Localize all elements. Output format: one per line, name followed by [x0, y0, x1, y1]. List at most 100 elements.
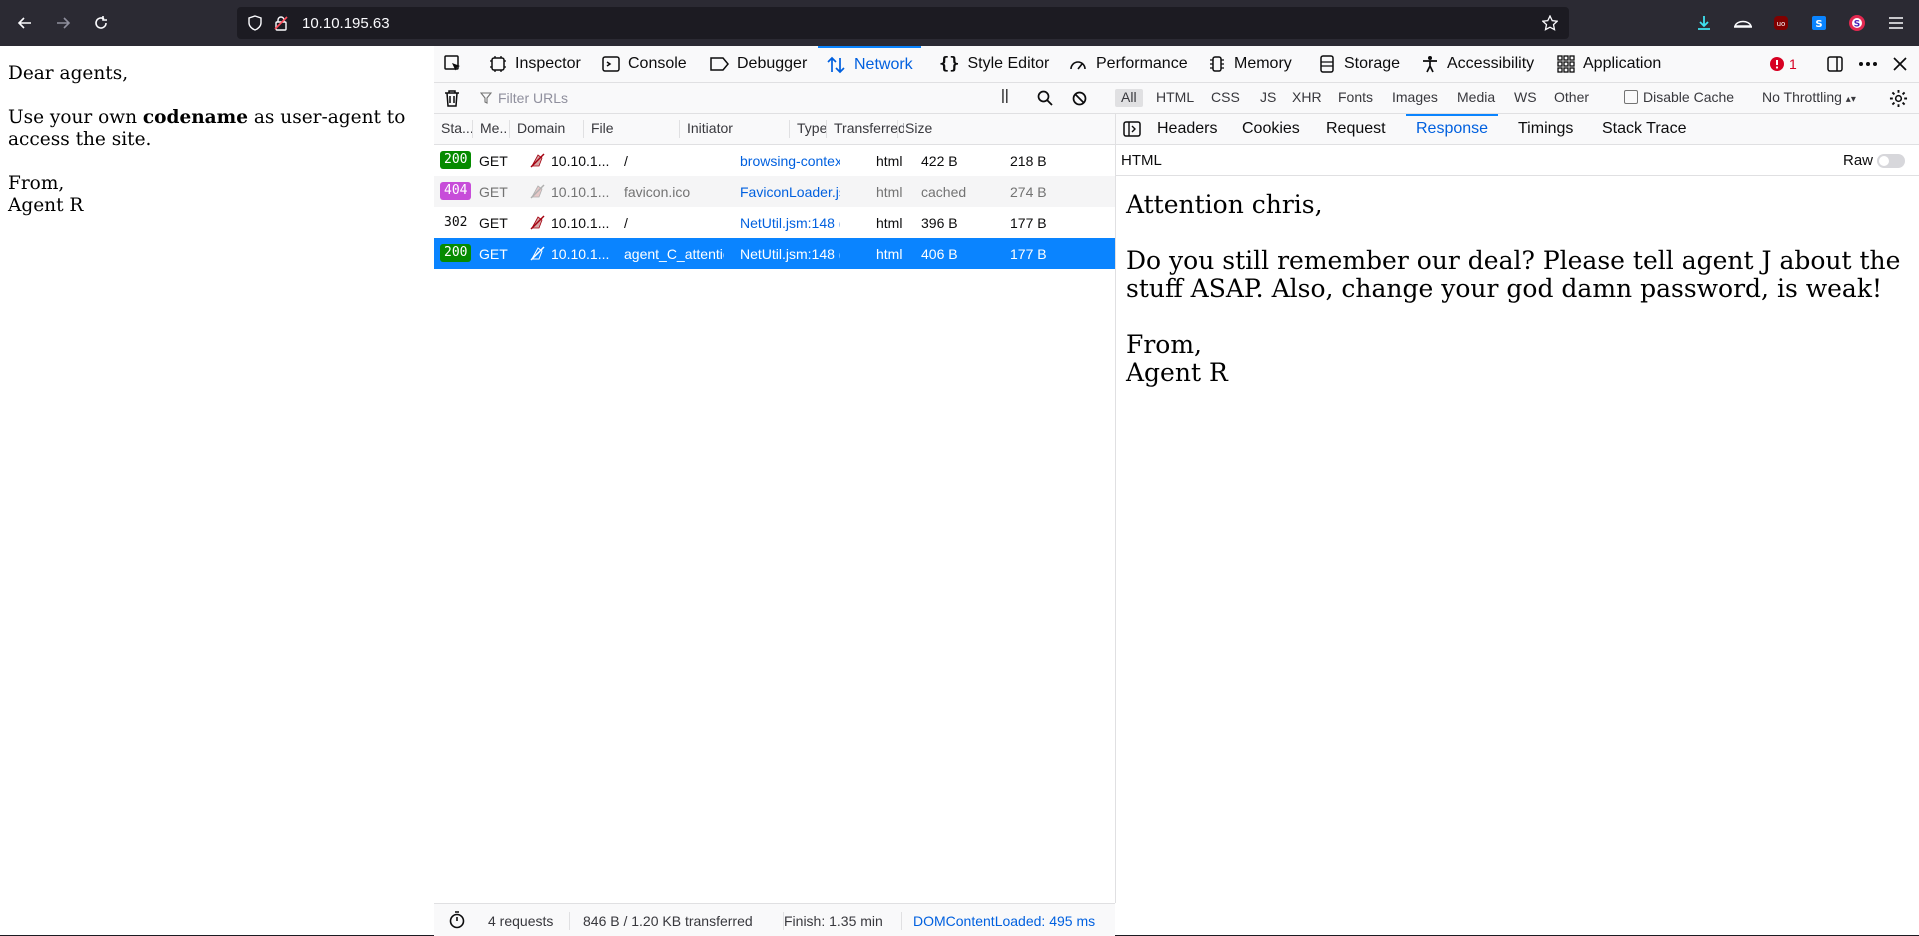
block-icon[interactable] — [1072, 91, 1087, 106]
filter-html[interactable]: HTML — [1156, 89, 1194, 107]
trash-icon[interactable] — [444, 89, 460, 107]
error-count: 1 — [1789, 56, 1797, 72]
gear-icon[interactable] — [1889, 89, 1908, 108]
tab-headers[interactable]: Headers — [1157, 114, 1217, 144]
url-bar[interactable]: 10.10.195.63 — [237, 7, 1569, 39]
search-icon[interactable] — [1037, 90, 1053, 106]
checkbox-box[interactable] — [1624, 90, 1638, 104]
network-summary-footer: 4 requests 846 B / 1.20 KB transferred F… — [434, 903, 1115, 936]
response-preview: Attention chris, Do you still remember o… — [1126, 191, 1906, 387]
col-transferred[interactable]: Transferred — [826, 120, 904, 138]
devtools-toolbar: Inspector Console Debugger Network {} St… — [434, 46, 1919, 83]
tab-debugger[interactable]: Debugger — [709, 46, 807, 82]
downloads-icon[interactable] — [1694, 13, 1714, 33]
size-cell: 218 B — [1010, 153, 1047, 169]
url-text[interactable]: 10.10.195.63 — [302, 15, 390, 32]
insecure-icon — [530, 153, 545, 168]
close-devtools-button[interactable] — [1893, 46, 1915, 82]
extension-hat-icon[interactable] — [1733, 13, 1753, 33]
tab-storage[interactable]: Storage — [1318, 46, 1400, 82]
shield-icon — [248, 15, 262, 31]
tab-inspector[interactable]: Inspector — [489, 46, 581, 82]
hamburger-menu-icon[interactable] — [1886, 13, 1906, 33]
filter-js[interactable]: JS — [1260, 89, 1276, 107]
col-file[interactable]: File — [583, 120, 679, 138]
table-row[interactable]: 302 GET 10.10.1... / NetUtil.jsm:148 (..… — [434, 207, 1115, 238]
ellipsis-icon — [1859, 62, 1877, 66]
initiator-cell[interactable]: NetUtil.jsm:148 (... — [740, 246, 840, 262]
tab-performance[interactable]: Performance — [1068, 46, 1188, 82]
tab-accessibility[interactable]: Accessibility — [1421, 46, 1534, 82]
transferred-cell: 422 B — [921, 153, 958, 169]
bookmark-star-icon[interactable] — [1542, 15, 1558, 31]
filter-fonts[interactable]: Fonts — [1338, 89, 1373, 107]
tab-style-editor[interactable]: {} Style Editor — [939, 46, 1049, 82]
tab-console[interactable]: Console — [602, 46, 687, 82]
filter-all[interactable]: All — [1115, 89, 1143, 107]
col-domain[interactable]: Domain — [509, 120, 583, 138]
footer-divider — [569, 912, 570, 930]
gauge-icon — [1070, 61, 1086, 70]
status-badge: 200 — [440, 151, 472, 169]
initiator-cell[interactable]: browsing-contex... — [740, 153, 840, 169]
extension-circle-s-icon[interactable]: S — [1847, 13, 1867, 33]
element-picker-button[interactable] — [443, 46, 471, 82]
tab-network[interactable]: Network — [818, 46, 921, 82]
tab-application[interactable]: Application — [1557, 46, 1661, 82]
tab-timings[interactable]: Timings — [1518, 114, 1573, 144]
col-method[interactable]: Me... — [472, 120, 508, 138]
initiator-cell[interactable]: NetUtil.jsm:148 (... — [740, 215, 840, 231]
network-arrows-icon — [827, 56, 845, 74]
raw-toggle[interactable] — [1877, 154, 1905, 168]
insecure-icon — [530, 215, 545, 230]
col-size[interactable]: Size — [897, 120, 995, 138]
initiator-cell[interactable]: FaviconLoader.js... — [740, 184, 840, 200]
disable-cache-checkbox[interactable]: Disable Cache — [1624, 89, 1734, 105]
close-icon — [1893, 57, 1907, 71]
forward-button[interactable] — [50, 10, 76, 36]
method-cell: GET — [479, 184, 508, 200]
method-cell: GET — [479, 246, 508, 262]
network-toolbar: Filter URLs || All HTML CSS JS XHR Fonts… — [434, 83, 1919, 114]
filter-ws[interactable]: WS — [1514, 89, 1537, 107]
toggle-sidebar-icon[interactable] — [1123, 121, 1141, 137]
filter-urls-input[interactable]: Filter URLs — [474, 87, 1022, 109]
col-type[interactable]: Type — [789, 120, 827, 138]
filter-xhr[interactable]: XHR — [1292, 89, 1322, 107]
response-signoff-from: From, — [1126, 330, 1203, 359]
throttling-select[interactable]: No Throttling ▴▾ — [1762, 89, 1856, 105]
insecure-lock-icon — [274, 16, 288, 31]
response-signoff-name: Agent R — [1126, 358, 1228, 387]
filter-media[interactable]: Media — [1457, 89, 1495, 107]
method-cell: GET — [479, 215, 508, 231]
table-row[interactable]: 200 GET 10.10.1... / browsing-contex... … — [434, 145, 1115, 176]
tab-label: Application — [1583, 55, 1662, 72]
tab-label: Network — [854, 56, 913, 73]
table-row-selected[interactable]: 200 GET 10.10.1... agent_C_attention Net… — [434, 238, 1115, 269]
extension-s-icon[interactable]: S — [1809, 13, 1829, 33]
filter-css[interactable]: CSS — [1211, 89, 1240, 107]
insecure-icon — [530, 246, 545, 261]
tab-request[interactable]: Request — [1326, 114, 1386, 144]
pause-icon[interactable]: || — [1001, 87, 1009, 104]
filter-images[interactable]: Images — [1392, 89, 1438, 107]
tab-cookies[interactable]: Cookies — [1242, 114, 1300, 144]
reload-button[interactable] — [88, 10, 114, 36]
page-body: Dear agents, Use your own codename as us… — [8, 63, 418, 217]
more-options-button[interactable] — [1858, 46, 1886, 82]
col-initiator[interactable]: Initiator — [679, 120, 788, 138]
ublock-icon[interactable]: uo — [1771, 13, 1791, 33]
filter-other[interactable]: Other — [1554, 89, 1589, 107]
tab-response[interactable]: Response — [1406, 114, 1499, 144]
dock-toggle-button[interactable] — [1826, 46, 1852, 82]
tab-memory[interactable]: Memory — [1208, 46, 1292, 82]
request-count: 4 requests — [488, 913, 554, 929]
back-button[interactable] — [12, 10, 38, 36]
table-row[interactable]: 404 GET 10.10.1... favicon.ico FaviconLo… — [434, 176, 1115, 207]
footer-divider — [901, 912, 902, 930]
error-count-button[interactable]: 1 — [1769, 46, 1797, 82]
method-cell: GET — [479, 153, 508, 169]
tab-stack-trace[interactable]: Stack Trace — [1602, 114, 1686, 144]
signoff: From, Agent R — [8, 173, 418, 217]
stopwatch-icon[interactable] — [448, 911, 466, 929]
